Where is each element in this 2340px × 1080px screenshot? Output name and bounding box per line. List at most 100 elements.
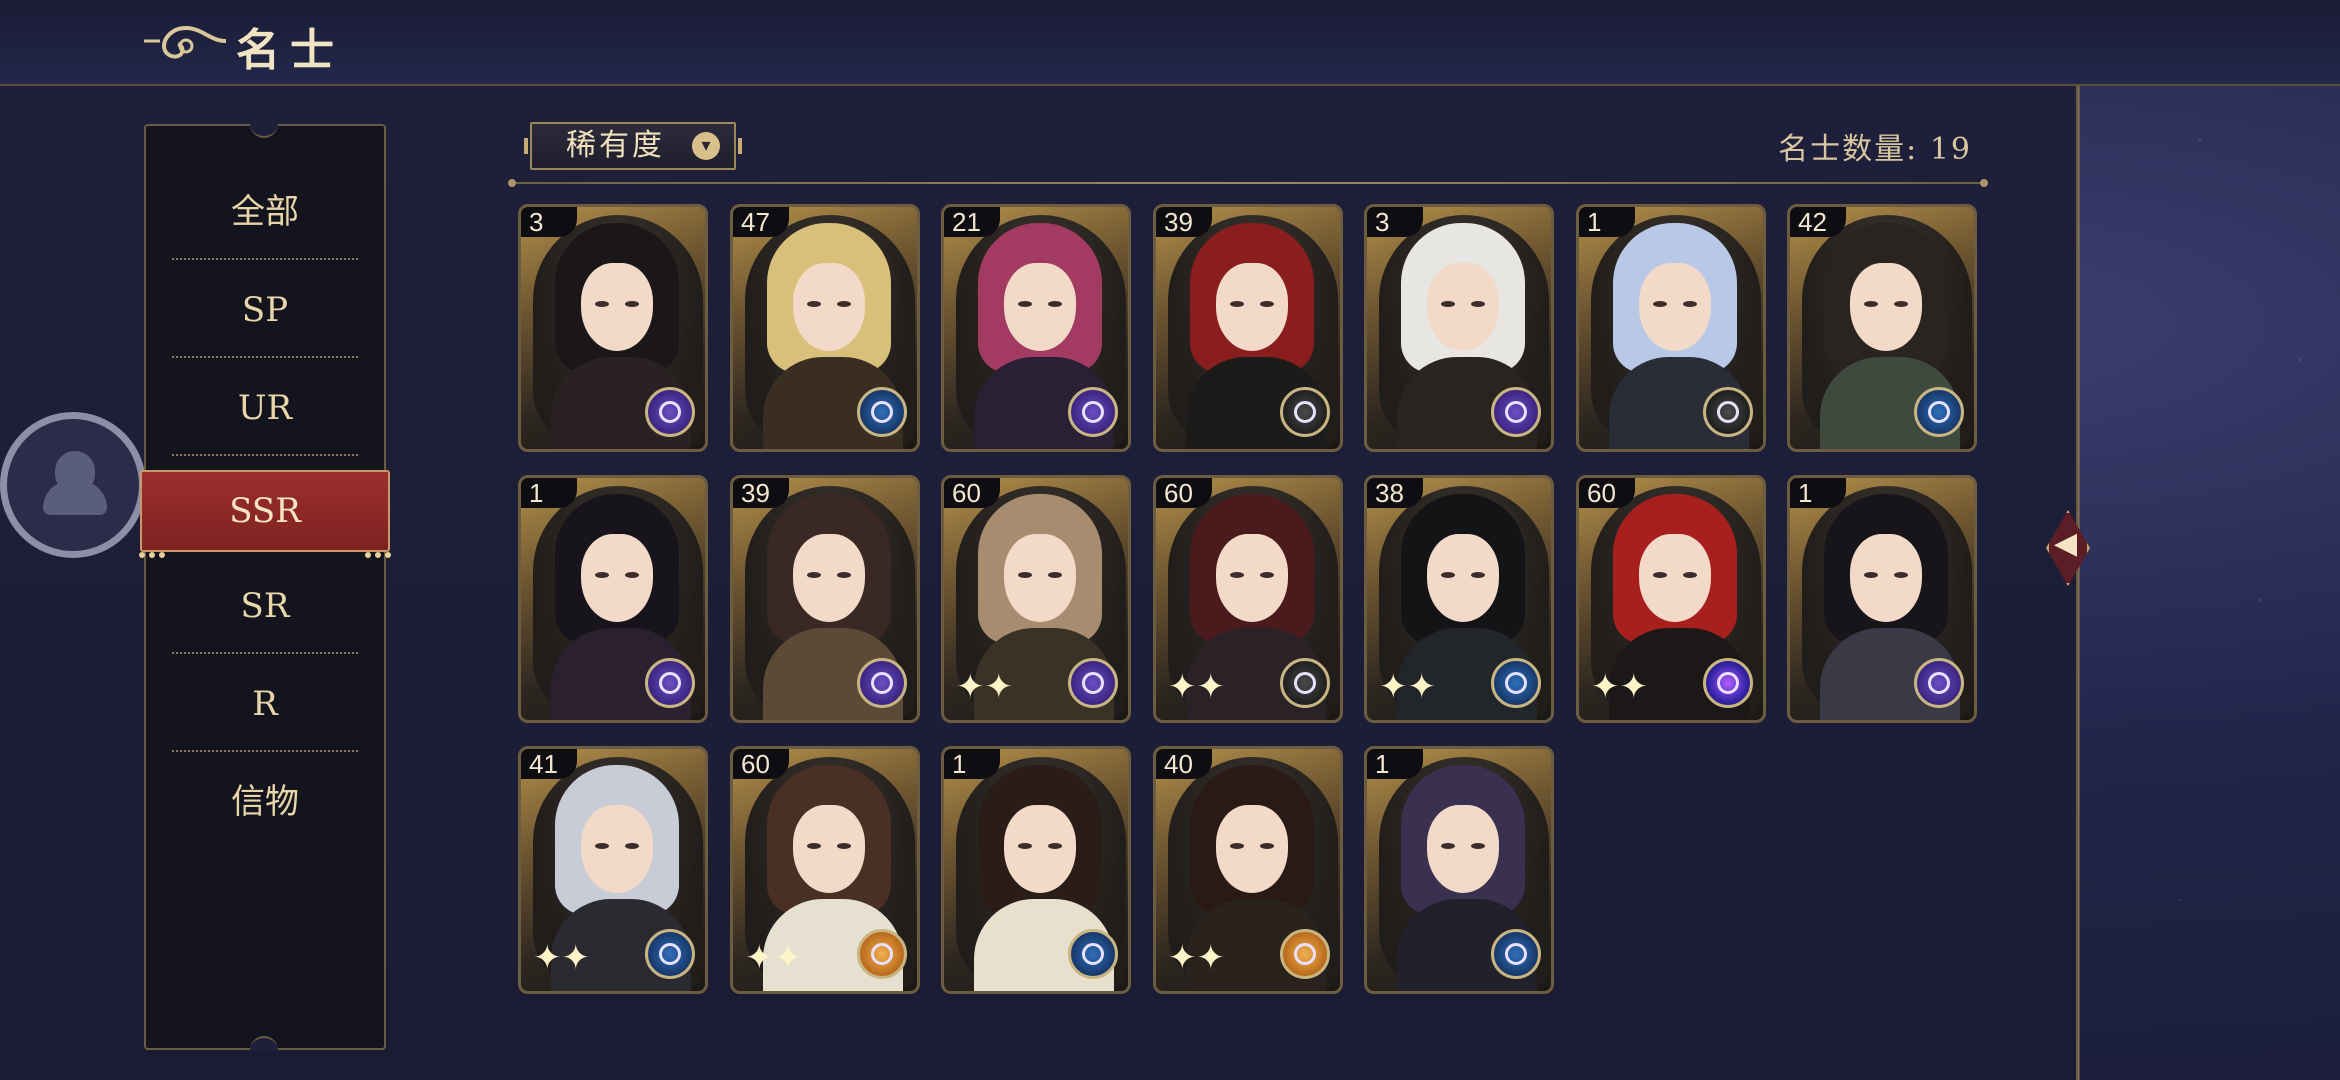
- sidebar-item-sr[interactable]: SR: [172, 558, 358, 654]
- moon-emblem-icon: [1068, 387, 1118, 437]
- portrait-eye: [1018, 843, 1032, 849]
- character-card[interactable]: 39: [730, 475, 920, 723]
- level-badge: 38: [1367, 478, 1423, 508]
- page-title: 名士: [236, 25, 344, 76]
- portrait-eye: [1471, 301, 1485, 307]
- compass-emblem-icon: [1280, 658, 1330, 708]
- level-badge: 1: [1790, 478, 1846, 508]
- character-card[interactable]: ✦✦ 60: [730, 746, 920, 994]
- sidebar-item-r[interactable]: R: [172, 656, 358, 752]
- character-card[interactable]: 1: [1364, 746, 1554, 994]
- rarity-filter-dropdown[interactable]: 稀有度 ▾: [524, 122, 742, 170]
- level-badge: 60: [944, 478, 1000, 508]
- character-card[interactable]: ✦✦ 60: [941, 475, 1131, 723]
- decorative-dots: [358, 508, 398, 558]
- character-card[interactable]: 39: [1153, 204, 1343, 452]
- portrait-eye: [837, 301, 851, 307]
- profile-toggle-button[interactable]: [0, 412, 146, 558]
- level-badge: 1: [1579, 207, 1635, 237]
- emblem-core: [871, 401, 893, 423]
- compass-emblem-icon: [1491, 658, 1541, 708]
- portrait-eye: [1048, 843, 1062, 849]
- character-card[interactable]: 3: [518, 204, 708, 452]
- cloud-swirl-icon: [144, 25, 227, 59]
- orange-emblem-icon: [1280, 929, 1330, 979]
- character-card[interactable]: 21: [941, 204, 1131, 452]
- character-card[interactable]: ✦✦ 60: [1576, 475, 1766, 723]
- character-card[interactable]: 3: [1364, 204, 1554, 452]
- sidebar-item-label: SSR: [229, 491, 301, 531]
- character-card[interactable]: 42: [1787, 204, 1977, 452]
- level-badge: 60: [1156, 478, 1212, 508]
- portrait-eye: [1441, 301, 1455, 307]
- level-badge: 47: [733, 207, 789, 237]
- portrait-eye: [1048, 572, 1062, 578]
- level-badge: 39: [1156, 207, 1212, 237]
- character-card[interactable]: 1: [1787, 475, 1977, 723]
- emblem-core: [1505, 943, 1527, 965]
- compass-emblem-icon: [1280, 387, 1330, 437]
- moon-emblem-icon: [645, 658, 695, 708]
- portrait-face: [793, 534, 865, 622]
- sidebar-item-sp[interactable]: SP: [172, 262, 358, 358]
- sidebar-notch-top: [250, 122, 278, 138]
- portrait-eye: [1894, 572, 1908, 578]
- portrait-eye: [1048, 301, 1062, 307]
- compass-emblem-icon: [1068, 929, 1118, 979]
- portrait-eye: [1864, 572, 1878, 578]
- portrait-eye: [1441, 843, 1455, 849]
- chevron-down-icon: ▾: [692, 132, 720, 160]
- emblem-core: [1082, 401, 1104, 423]
- level-badge: 42: [1790, 207, 1846, 237]
- emblem-core: [1928, 401, 1950, 423]
- character-card[interactable]: 47: [730, 204, 920, 452]
- portrait-face: [1850, 534, 1922, 622]
- portrait-face: [1639, 263, 1711, 351]
- expand-panel-button[interactable]: ◀: [2044, 470, 2090, 620]
- emblem-core: [1928, 672, 1950, 694]
- compass-emblem-icon: [1703, 387, 1753, 437]
- galaxy-emblem-icon: [1703, 658, 1753, 708]
- character-card[interactable]: ✦✦ 38: [1364, 475, 1554, 723]
- emblem-core: [1082, 672, 1104, 694]
- emblem-core: [659, 401, 681, 423]
- character-card[interactable]: ✦✦ 60: [1153, 475, 1343, 723]
- emblem-core: [659, 943, 681, 965]
- character-card[interactable]: ✦✦ 41: [518, 746, 708, 994]
- level-badge: 3: [1367, 207, 1423, 237]
- character-card[interactable]: 1: [1576, 204, 1766, 452]
- character-card[interactable]: 1: [941, 746, 1131, 994]
- compass-emblem-icon: [857, 387, 907, 437]
- orange-emblem-icon: [857, 929, 907, 979]
- level-badge: 21: [944, 207, 1000, 237]
- portrait-eye: [1683, 301, 1697, 307]
- rarity-sidebar: 全部 SP UR SR R 信物: [144, 122, 386, 1052]
- portrait-eye: [1894, 301, 1908, 307]
- sidebar-item-all[interactable]: 全部: [172, 164, 358, 260]
- portrait-eye: [1441, 572, 1455, 578]
- sparkle-icon: ✦✦: [533, 938, 590, 978]
- portrait-eye: [625, 301, 639, 307]
- sidebar-item-token[interactable]: 信物: [172, 754, 358, 850]
- sidebar-item-ur[interactable]: UR: [172, 360, 358, 456]
- portrait-eye: [1260, 301, 1274, 307]
- character-card[interactable]: ✦✦ 40: [1153, 746, 1343, 994]
- portrait-eye: [625, 572, 639, 578]
- sparkle-icon: ✦✦: [1168, 667, 1225, 707]
- portrait-face: [1427, 805, 1499, 893]
- portrait-eye: [1018, 572, 1032, 578]
- emblem-core: [1294, 401, 1316, 423]
- moon-emblem-icon: [1068, 658, 1118, 708]
- sparkle-icon: ✦✦: [745, 938, 802, 978]
- user-silhouette-body: [43, 481, 107, 515]
- sidebar-item-ssr[interactable]: SSR: [139, 470, 391, 558]
- portrait-eye: [1653, 301, 1667, 307]
- portrait-eye: [1683, 572, 1697, 578]
- filter-tick: [524, 138, 528, 154]
- decorative-dots: [132, 508, 172, 558]
- moon-emblem-icon: [1491, 387, 1541, 437]
- portrait-eye: [1653, 572, 1667, 578]
- character-card[interactable]: 1: [518, 475, 708, 723]
- level-badge: 60: [1579, 478, 1635, 508]
- portrait-eye: [1230, 843, 1244, 849]
